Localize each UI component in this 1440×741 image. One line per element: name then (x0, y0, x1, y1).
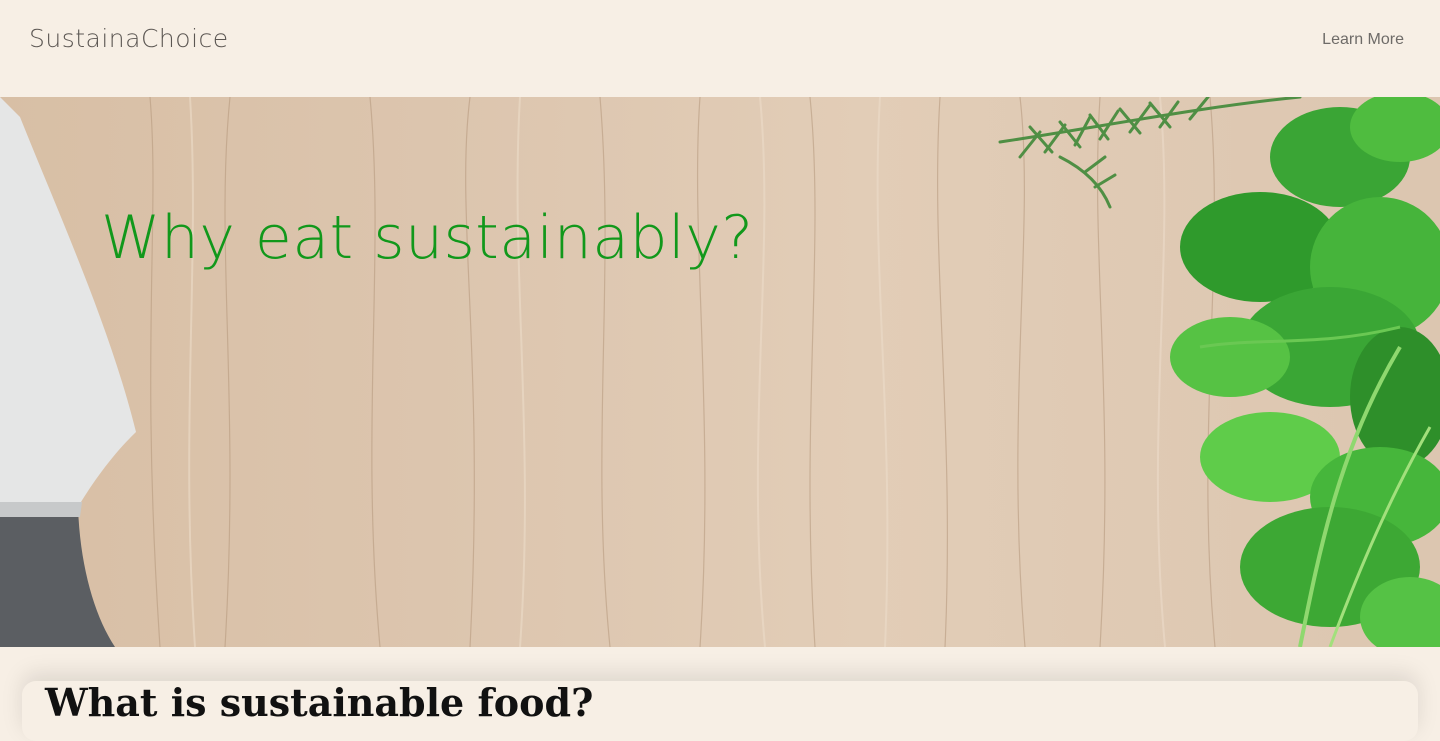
parsley-icon (1170, 97, 1440, 647)
site-logo[interactable]: SustainaChoice (29, 24, 229, 53)
top-navigation-bar: SustainaChoice Learn More (0, 0, 1440, 97)
hero-title: Why eat sustainably? (101, 203, 754, 273)
knife-icon (0, 97, 136, 647)
section-title: What is sustainable food? (45, 680, 594, 725)
rosemary-icon (998, 97, 1302, 209)
hero-background-image (0, 97, 1440, 647)
wood-grain (149, 97, 1216, 647)
hero-banner: Why eat sustainably? (0, 97, 1440, 647)
content-section: What is sustainable food? (0, 647, 1440, 741)
wood-grain-light (188, 97, 1166, 647)
learn-more-link[interactable]: Learn More (1322, 31, 1404, 49)
